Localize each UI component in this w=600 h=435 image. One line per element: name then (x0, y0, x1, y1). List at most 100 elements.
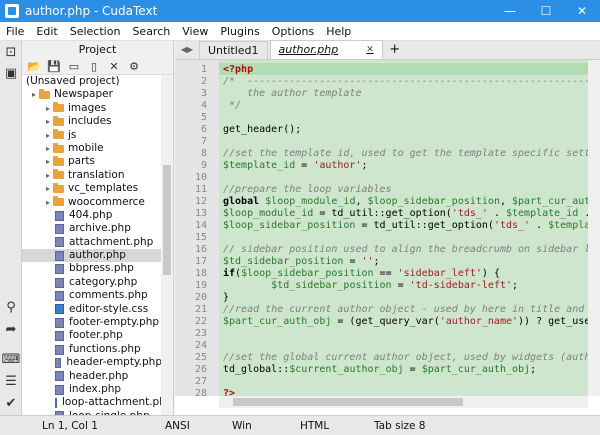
tree-item[interactable]: (Unsaved project) (22, 75, 162, 88)
menu-search[interactable]: Search (126, 25, 176, 38)
tree-item[interactable]: ▸ mobile (22, 142, 162, 155)
expand-arrow-icon[interactable]: ▸ (46, 115, 50, 128)
tree-item[interactable]: footer.php (22, 329, 162, 342)
expand-arrow-icon[interactable]: ▸ (46, 102, 50, 115)
tree-item-label: archive.php (69, 222, 131, 235)
tree-item[interactable]: bbpress.php (22, 262, 162, 275)
tree-item[interactable]: ▸ parts (22, 155, 162, 168)
menu-view[interactable]: View (176, 25, 214, 38)
code-line[interactable]: $loop_sidebar_position = td_util::get_op… (223, 220, 588, 231)
tab-author-php[interactable]: author.php ✕ (269, 40, 383, 59)
code-line[interactable]: <?php (223, 64, 253, 75)
tree-item[interactable]: ▸ images (22, 102, 162, 115)
tree-item[interactable]: comments.php (22, 289, 162, 302)
line-number: 19 (194, 280, 207, 291)
vertical-scrollbar[interactable] (588, 60, 600, 396)
tree-scrollbar-thumb[interactable] (163, 165, 171, 275)
remove-icon[interactable]: ✕ (104, 60, 124, 73)
expand-arrow-icon[interactable]: ▸ (46, 182, 50, 195)
code-line[interactable]: if($loop_sidebar_position == 'sidebar_le… (223, 268, 500, 279)
share-icon[interactable]: ➦ (3, 321, 19, 337)
code-line[interactable]: } (223, 292, 229, 303)
expand-arrow-icon[interactable]: ▸ (46, 196, 50, 209)
tree-item[interactable]: header.php (22, 370, 162, 383)
tab-size[interactable]: Tab size 8 (374, 420, 426, 432)
line-number: 20 (194, 292, 207, 303)
code-line[interactable]: $template_id = 'author'; (223, 160, 368, 171)
gear-icon[interactable]: ⚙ (124, 60, 144, 73)
tree-item[interactable]: ▸ woocommerce (22, 196, 162, 209)
menu-file[interactable]: File (0, 25, 30, 38)
code-line[interactable]: $td_sidebar_position = 'td-sidebar-left'… (223, 280, 518, 291)
expand-arrow-icon[interactable]: ▸ (46, 129, 50, 142)
code-line[interactable]: //prepare the loop variables (223, 184, 392, 195)
menu-selection[interactable]: Selection (64, 25, 127, 38)
menu-help[interactable]: Help (320, 25, 357, 38)
tree-item[interactable]: attachment.php (22, 236, 162, 249)
code-editor[interactable]: <?php/* --------------------------------… (219, 60, 588, 396)
code-line[interactable]: // sidebar position used to align the br… (223, 244, 588, 255)
code-line[interactable]: $part_cur_auth_obj = (get_query_var('aut… (223, 316, 588, 327)
tree-item[interactable]: functions.php (22, 343, 162, 356)
tab-scroll-arrows[interactable]: ◀▶ (175, 41, 199, 59)
tree-item[interactable]: editor-style.css (22, 303, 162, 316)
save-icon[interactable]: 💾 (44, 60, 64, 73)
code-line[interactable]: $loop_module_id = td_util::get_option('t… (223, 208, 588, 219)
code-line[interactable]: global $loop_module_id, $loop_sidebar_po… (223, 196, 588, 207)
tree-item[interactable]: 404.php (22, 209, 162, 222)
tree-item[interactable]: ▸ js (22, 129, 162, 142)
tree-item[interactable]: ▸ vc_templates (22, 182, 162, 195)
tree-item-label: bbpress.php (69, 262, 134, 275)
close-button[interactable]: ✕ (564, 0, 600, 22)
code-line[interactable]: get_header(); (223, 124, 301, 135)
tree-icon[interactable]: ⊡ (3, 44, 19, 60)
tree-item[interactable]: footer-empty.php (22, 316, 162, 329)
maximize-button[interactable]: ☐ (528, 0, 564, 22)
minimize-button[interactable]: — (492, 0, 528, 22)
tab-close-icon[interactable]: ✕ (366, 41, 374, 59)
list-icon[interactable]: ☰ (3, 373, 19, 389)
code-line[interactable]: */ (223, 100, 241, 111)
menu-edit[interactable]: Edit (30, 25, 63, 38)
search-icon[interactable]: ⚲ (3, 299, 19, 315)
tree-item[interactable]: author.php (22, 249, 162, 263)
tab-untitled1[interactable]: Untitled1 (199, 41, 268, 59)
code-line[interactable]: //set the global current author object, … (223, 352, 588, 363)
tree-item[interactable]: category.php (22, 276, 162, 289)
new-tab-button[interactable]: + (385, 41, 405, 59)
code-line[interactable]: $td_sidebar_position = ''; (223, 256, 380, 267)
tree-item[interactable]: index.php (22, 383, 162, 396)
expand-arrow-icon[interactable]: ▸ (46, 155, 50, 168)
file-add-icon[interactable]: ▯ (84, 60, 104, 73)
tree-item[interactable]: ▸ includes (22, 115, 162, 128)
console-icon[interactable]: ⌨ (2, 351, 21, 367)
check-icon[interactable]: ✔ (3, 395, 19, 411)
code-line[interactable]: td_global::$current_author_obj = $part_c… (223, 364, 536, 375)
menu-plugins[interactable]: Plugins (214, 25, 265, 38)
code-line[interactable]: the author template (223, 88, 361, 99)
expand-arrow-icon[interactable]: ▸ (46, 142, 50, 155)
open-folder-icon[interactable]: 📂 (24, 60, 44, 73)
tree-item[interactable]: ▸ translation (22, 169, 162, 182)
code-line[interactable]: //set the template id, used to get the t… (223, 148, 588, 159)
expand-arrow-icon[interactable]: ▸ (32, 88, 36, 101)
cube-icon[interactable]: ▣ (3, 65, 19, 81)
horizontal-scrollbar-thumb[interactable] (233, 398, 463, 406)
tree-item[interactable]: ▸ Newspaper (22, 88, 162, 101)
tree-scrollbar[interactable] (161, 75, 173, 415)
tree-item[interactable]: archive.php (22, 222, 162, 235)
code-line[interactable]: ?> (223, 388, 235, 396)
folder-icon (53, 182, 65, 193)
horizontal-scrollbar[interactable] (219, 396, 588, 408)
menu-options[interactable]: Options (266, 25, 320, 38)
caret-position[interactable]: Ln 1, Col 1 (42, 420, 98, 432)
tree-item[interactable]: loop-attachment.php (22, 396, 162, 409)
line-ending[interactable]: Win (232, 420, 252, 432)
code-line[interactable]: /* -------------------------------------… (223, 76, 588, 87)
folder-add-icon[interactable]: ▭ (64, 60, 84, 73)
expand-arrow-icon[interactable]: ▸ (46, 169, 50, 182)
code-line[interactable]: //read the current author object - used … (223, 304, 588, 315)
tree-item[interactable]: header-empty.php (22, 356, 162, 369)
encoding[interactable]: ANSI (165, 420, 190, 432)
lexer[interactable]: HTML (300, 420, 329, 432)
